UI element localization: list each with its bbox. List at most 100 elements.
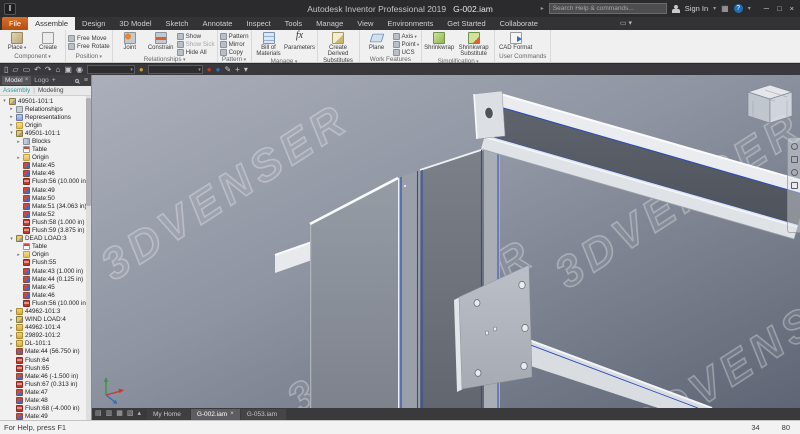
appearance-blue-icon[interactable]: ●	[216, 64, 221, 76]
joint-button[interactable]: Joint	[115, 31, 145, 51]
arrange-windows-icon[interactable]: ▦	[116, 408, 123, 420]
new-file-icon[interactable]: ▯	[4, 64, 8, 76]
tree-item[interactable]: Mate:49	[0, 186, 91, 194]
undo-icon[interactable]: ↶	[34, 64, 41, 76]
tree-item[interactable]: 49501-101:1	[0, 129, 91, 137]
ribbon-tab[interactable]: View	[350, 17, 380, 30]
tree-item[interactable]: Flush:55	[0, 259, 91, 267]
tree-expander-icon[interactable]	[9, 341, 14, 347]
tree-item[interactable]: WIND LOAD:4	[0, 316, 91, 324]
ribbon-display-toggle-icon[interactable]: ▭ ▾	[620, 19, 632, 27]
select-icon[interactable]: ▣	[64, 64, 72, 76]
tree-item[interactable]: DEAD LOAD:3	[0, 235, 91, 243]
tree-item[interactable]: Blocks	[0, 137, 91, 145]
constrain-button[interactable]: Constrain	[146, 31, 176, 51]
appearance-combo[interactable]	[148, 65, 203, 74]
tree-expander-icon[interactable]	[9, 130, 14, 136]
mode-assembly[interactable]: Assembly	[3, 87, 30, 94]
tree-item[interactable]: Flush:67 (0.313 in)	[0, 380, 91, 388]
tree-expander-icon[interactable]	[16, 252, 21, 258]
zoom-icon[interactable]	[791, 169, 798, 176]
plus-icon[interactable]: +	[235, 64, 240, 76]
steering-wheel-icon[interactable]	[791, 143, 798, 150]
home-icon[interactable]: ⌂	[56, 64, 61, 76]
view-cube[interactable]	[748, 85, 792, 123]
cascade-windows-icon[interactable]: ▧	[127, 408, 134, 420]
pencil-icon[interactable]: ✎	[224, 64, 231, 76]
tree-item[interactable]: Origin	[0, 154, 91, 162]
copy-button[interactable]: Copy	[220, 48, 249, 56]
axis-button[interactable]: Axis	[393, 32, 420, 40]
navigation-bar[interactable]	[787, 137, 800, 233]
ribbon-tab[interactable]: Inspect	[239, 17, 277, 30]
appearance-red-icon[interactable]: ●	[207, 64, 212, 76]
hide-all-button[interactable]: Hide All	[177, 48, 215, 56]
tree-expander-icon[interactable]	[9, 325, 14, 331]
tree-expander-icon[interactable]	[16, 155, 21, 161]
orbit-icon[interactable]	[791, 182, 798, 189]
tree-item[interactable]: Mate:43 (1.000 in)	[0, 267, 91, 275]
help-chevron-icon[interactable]: ▾	[748, 5, 751, 12]
cad-format-button[interactable]: CAD Format	[497, 31, 534, 51]
tree-item[interactable]: Mate:49	[0, 413, 91, 420]
material-sphere-icon[interactable]: ●	[139, 64, 144, 76]
mirror-button[interactable]: Mirror	[220, 40, 249, 48]
ribbon-tab[interactable]: 3D Model	[112, 17, 158, 30]
tree-expander-icon[interactable]	[9, 114, 14, 120]
point-button[interactable]: Point	[393, 40, 420, 48]
ribbon-tab[interactable]: Manage	[309, 17, 350, 30]
add-browser-tab-button[interactable]: +	[52, 77, 56, 84]
tree-expander-icon[interactable]	[9, 333, 14, 339]
document-tab[interactable]: G-002.iam×	[191, 409, 240, 420]
document-tab[interactable]: My Home	[147, 409, 190, 420]
pan-icon[interactable]	[791, 156, 798, 163]
browser-tab-model[interactable]: Model×	[2, 76, 31, 85]
tree-item[interactable]: 49501-101:1	[0, 97, 91, 105]
pattern-button[interactable]: Pattern	[220, 32, 249, 40]
free-move-button[interactable]: Free Move	[68, 34, 110, 42]
show-button[interactable]: Show	[177, 32, 215, 40]
tab-close-icon[interactable]: ×	[230, 409, 234, 420]
collapse-tabs-icon[interactable]: ▴	[138, 408, 142, 420]
group-label-relationships[interactable]: Relationships	[115, 56, 215, 63]
tree-expander-icon[interactable]	[9, 122, 14, 128]
model-3d-view[interactable]	[92, 75, 800, 408]
plane-button[interactable]: Plane	[362, 31, 392, 51]
ribbon-tab[interactable]: Tools	[278, 17, 310, 30]
help-icon[interactable]	[734, 4, 743, 13]
tree-item[interactable]: Origin	[0, 121, 91, 129]
tree-item[interactable]: Mate:46	[0, 291, 91, 299]
mode-modeling[interactable]: Modeling	[38, 87, 64, 94]
document-tab[interactable]: G-053.iam	[241, 409, 286, 420]
group-label-position[interactable]: Position	[68, 53, 110, 62]
ribbon-tab[interactable]: Assemble	[28, 17, 75, 30]
tree-item[interactable]: Table	[0, 243, 91, 251]
tree-item[interactable]: Origin	[0, 251, 91, 259]
tree-item[interactable]: 44962-101:3	[0, 307, 91, 315]
ribbon-tab[interactable]: Environments	[380, 17, 440, 30]
close-button[interactable]: ×	[790, 4, 794, 14]
tree-item[interactable]: Mate:45	[0, 162, 91, 170]
group-label-component[interactable]: Component	[2, 53, 63, 62]
shrinkwrap-button[interactable]: Shrinkwrap	[424, 31, 454, 51]
tree-item[interactable]: Flush:56 (10.000 in)	[0, 178, 91, 186]
tree-expander-icon[interactable]	[2, 98, 7, 104]
group-label-work-features[interactable]: Work Features	[362, 56, 420, 63]
ribbon-tab[interactable]: Get Started	[440, 17, 492, 30]
more-tools-icon[interactable]: ▾	[244, 64, 248, 76]
left-plate[interactable]	[310, 178, 398, 408]
tree-expander-icon[interactable]	[9, 317, 14, 323]
ribbon-tab[interactable]: Design	[75, 17, 112, 30]
tree-expander-icon[interactable]	[9, 236, 14, 242]
chevron-down-icon[interactable]: ▾	[713, 5, 716, 12]
tree-expander-icon[interactable]	[9, 106, 14, 112]
tree-expander-icon[interactable]	[16, 139, 21, 145]
app-icon[interactable]: I	[4, 3, 16, 15]
ribbon-tab[interactable]: File	[2, 17, 28, 30]
tree-item[interactable]: Mate:48	[0, 396, 91, 404]
tile-vertical-icon[interactable]: ▥	[106, 408, 113, 420]
web-strip[interactable]	[398, 170, 420, 408]
tree-item[interactable]: Mate:52	[0, 210, 91, 218]
browser-tab-logo[interactable]: Logo	[34, 77, 48, 84]
tree-item[interactable]: Mate:50	[0, 194, 91, 202]
